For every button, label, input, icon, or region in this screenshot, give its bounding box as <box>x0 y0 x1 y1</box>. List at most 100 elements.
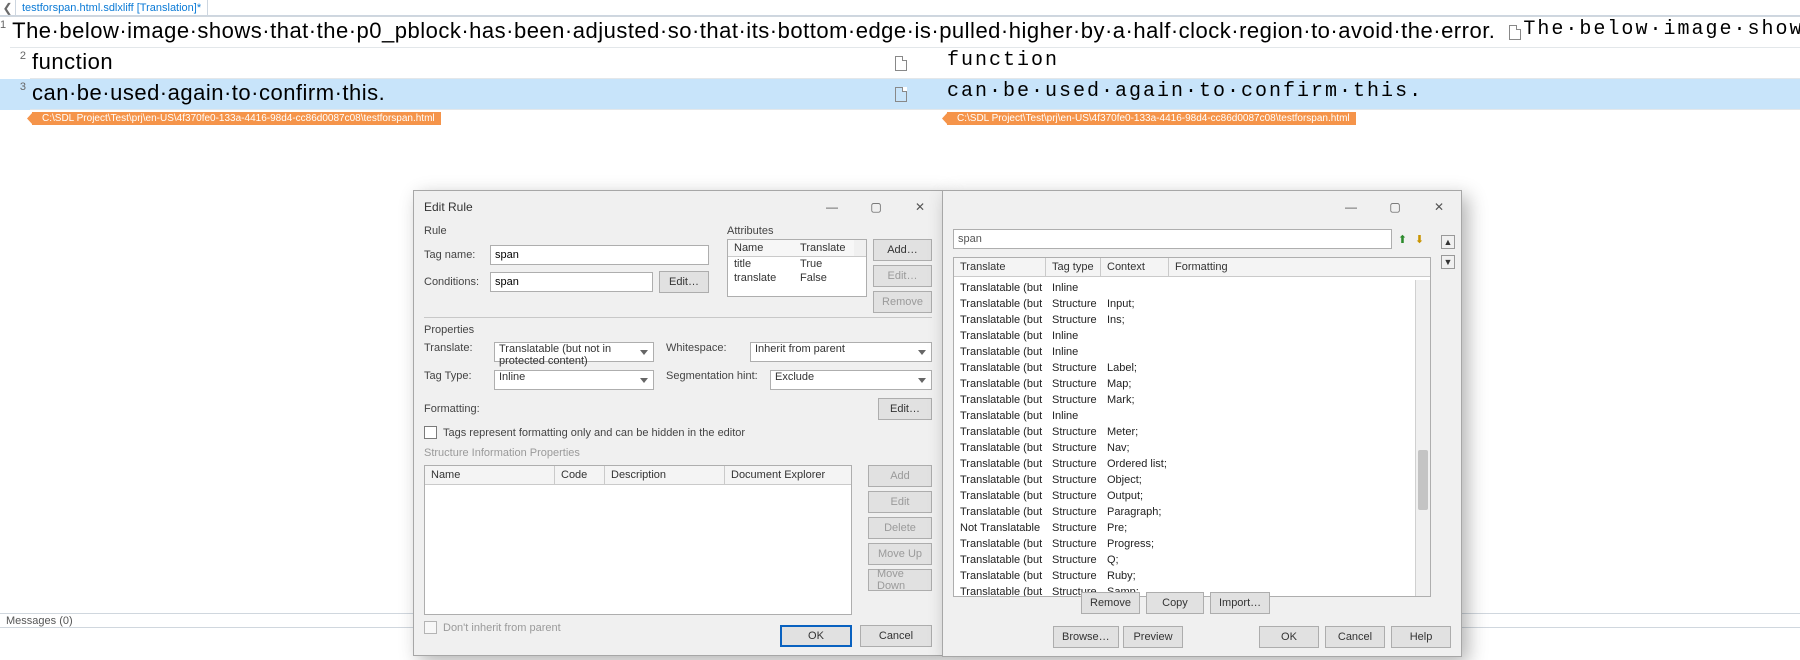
move-rule-up-button[interactable]: ▲ <box>1441 235 1455 249</box>
parser-search-input[interactable] <box>953 229 1392 249</box>
parser-rules-grid[interactable]: Translate Tag type Context Formatting Tr… <box>953 257 1431 597</box>
struct-col-explorer: Document Explorer <box>725 466 851 484</box>
parser-copy-button[interactable]: Copy <box>1146 592 1204 614</box>
structure-info-header: Structure Information Properties <box>414 445 942 461</box>
rule-section-header: Rule <box>424 223 709 239</box>
parser-rule-row[interactable]: Translatable (but n…Inline <box>954 344 1415 360</box>
dont-inherit-checkbox <box>424 621 437 634</box>
tab-document[interactable]: testforspan.html.sdlxliff [Translation]* <box>16 0 208 15</box>
structure-info-grid[interactable]: Name Code Description Document Explorer <box>424 465 852 615</box>
search-prev-icon[interactable]: ⬆ <box>1396 233 1409 246</box>
parser-title-bar: — ▢ ✕ <box>943 191 1461 223</box>
search-next-icon[interactable]: ⬇ <box>1413 233 1426 246</box>
tags-formatting-checkbox[interactable] <box>424 426 437 439</box>
attr-remove-button: Remove <box>873 291 932 313</box>
dialog-title: Edit Rule — ▢ ✕ <box>414 191 942 223</box>
source-file-path-tag: C:\SDL Project\Test\prj\en-US\4f370fe0-1… <box>32 112 441 125</box>
whitespace-select[interactable]: Inherit from parent <box>750 342 932 362</box>
formatting-label: Formatting: <box>424 403 482 415</box>
translate-select[interactable]: Translatable (but not in protected conte… <box>494 342 654 362</box>
segment-source[interactable]: function <box>30 48 885 79</box>
segment-target[interactable]: The·below·image·shows·that·the·p0_pblock… <box>1521 17 1800 48</box>
parser-browse-button[interactable]: Browse… <box>1053 626 1119 648</box>
parser-rule-row[interactable]: Translatable (but n…StructureOrdered lis… <box>954 456 1415 472</box>
attributes-grid[interactable]: Name Translate titleTruetranslateFalse <box>727 239 867 297</box>
properties-section-header: Properties <box>414 322 942 338</box>
cancel-button[interactable]: Cancel <box>860 625 932 647</box>
grid-scrollbar[interactable] <box>1415 280 1430 596</box>
parser-rule-row[interactable]: Translatable (but n…StructureOutput; <box>954 488 1415 504</box>
segment-source[interactable]: The·below·image·shows·that·the·p0_pblock… <box>10 17 1499 48</box>
tag-type-select[interactable]: Inline <box>494 370 654 390</box>
parser-rule-row[interactable]: Translatable (but n…Inline <box>954 328 1415 344</box>
attributes-section-header: Attributes <box>727 223 932 239</box>
parser-rule-row[interactable]: Translatable (but n…StructureLabel; <box>954 360 1415 376</box>
parser-rule-row[interactable]: Translatable (but n…StructureParagraph; <box>954 504 1415 520</box>
parser-rules-dialog: — ▢ ✕ ⬆ ⬇ ▲ ▼ Translate Tag type Context… <box>942 190 1462 657</box>
attribute-row[interactable]: translateFalse <box>728 271 866 285</box>
parser-rule-row[interactable]: Translatable (but n…StructureProgress; <box>954 536 1415 552</box>
segment-target[interactable]: can·be·used·again·to·confirm·this. <box>945 79 1800 110</box>
col-tag-type[interactable]: Tag type <box>1046 258 1101 276</box>
target-file-path-tag: C:\SDL Project\Test\prj\en-US\4f370fe0-1… <box>947 112 1356 125</box>
minimize-button[interactable]: — <box>1329 191 1373 223</box>
translate-label: Translate: <box>424 342 482 362</box>
attr-edit-button: Edit… <box>873 265 932 287</box>
col-context[interactable]: Context <box>1101 258 1169 276</box>
segment-row[interactable]: 3can·be·used·again·to·confirm·this.can·b… <box>0 79 1800 110</box>
attribute-row[interactable]: titleTrue <box>728 257 866 271</box>
segment-status[interactable] <box>1499 17 1521 48</box>
dont-inherit-label: Don't inherit from parent <box>443 622 561 634</box>
maximize-button[interactable]: ▢ <box>1373 191 1417 223</box>
parser-import-button[interactable]: Import… <box>1210 592 1270 614</box>
parser-rule-row[interactable]: Translatable (but n…StructureMeter; <box>954 424 1415 440</box>
minimize-button[interactable]: — <box>810 191 854 223</box>
tab-scroll-left[interactable]: ❮ <box>0 0 16 15</box>
segment-row[interactable]: 2functionfunction <box>0 48 1800 79</box>
struct-edit-button: Edit <box>868 491 932 513</box>
tag-type-label: Tag Type: <box>424 370 482 390</box>
segment-target[interactable]: function <box>945 48 1800 79</box>
segmentation-hint-label: Segmentation hint: <box>666 370 758 390</box>
segment-number: 3 <box>0 79 30 110</box>
status-doc-icon <box>895 87 907 102</box>
col-formatting[interactable]: Formatting <box>1169 258 1430 276</box>
parser-rule-row[interactable]: Translatable (but n…StructureIns; <box>954 312 1415 328</box>
parser-remove-button[interactable]: Remove <box>1081 592 1140 614</box>
struct-add-button: Add <box>868 465 932 487</box>
parser-rule-row[interactable]: Translatable (but n…StructureMap; <box>954 376 1415 392</box>
status-doc-icon <box>1509 25 1521 40</box>
parser-rule-row[interactable]: Translatable (but n…Inline <box>954 280 1415 296</box>
close-button[interactable]: ✕ <box>1417 191 1461 223</box>
conditions-label: Conditions: <box>424 276 484 288</box>
parser-rule-row[interactable]: Translatable (but n…Inline <box>954 408 1415 424</box>
parser-ok-button[interactable]: OK <box>1259 626 1319 648</box>
segment-status[interactable] <box>885 48 945 79</box>
struct-col-code: Code <box>555 466 605 484</box>
maximize-button[interactable]: ▢ <box>854 191 898 223</box>
formatting-edit-button[interactable]: Edit… <box>878 398 932 420</box>
parser-preview-button[interactable]: Preview <box>1123 626 1183 648</box>
col-translate[interactable]: Translate <box>954 258 1046 276</box>
ok-button[interactable]: OK <box>780 625 852 647</box>
parser-rule-row[interactable]: Not TranslatableStructurePre; <box>954 520 1415 536</box>
conditions-input[interactable] <box>490 272 653 292</box>
segmentation-hint-select[interactable]: Exclude <box>770 370 932 390</box>
attr-add-button[interactable]: Add… <box>873 239 932 261</box>
parser-rule-row[interactable]: Translatable (but n…StructureQ; <box>954 552 1415 568</box>
parser-rule-row[interactable]: Translatable (but n…StructureMark; <box>954 392 1415 408</box>
parser-rule-row[interactable]: Translatable (but n…StructureRuby; <box>954 568 1415 584</box>
parser-help-button[interactable]: Help <box>1391 626 1451 648</box>
segment-status[interactable] <box>885 79 945 110</box>
tab-strip: ❮ testforspan.html.sdlxliff [Translation… <box>0 0 1800 16</box>
close-button[interactable]: ✕ <box>898 191 942 223</box>
parser-rule-row[interactable]: Translatable (but n…StructureInput; <box>954 296 1415 312</box>
segment-row[interactable]: 1The·below·image·shows·that·the·p0_pbloc… <box>0 17 1800 48</box>
conditions-edit-button[interactable]: Edit… <box>659 271 709 293</box>
tag-name-input[interactable] <box>490 245 709 265</box>
parser-rule-row[interactable]: Translatable (but n…StructureNav; <box>954 440 1415 456</box>
parser-rule-row[interactable]: Translatable (but n…StructureObject; <box>954 472 1415 488</box>
move-rule-down-button[interactable]: ▼ <box>1441 255 1455 269</box>
parser-cancel-button[interactable]: Cancel <box>1325 626 1385 648</box>
segment-source[interactable]: can·be·used·again·to·confirm·this. <box>30 79 885 110</box>
